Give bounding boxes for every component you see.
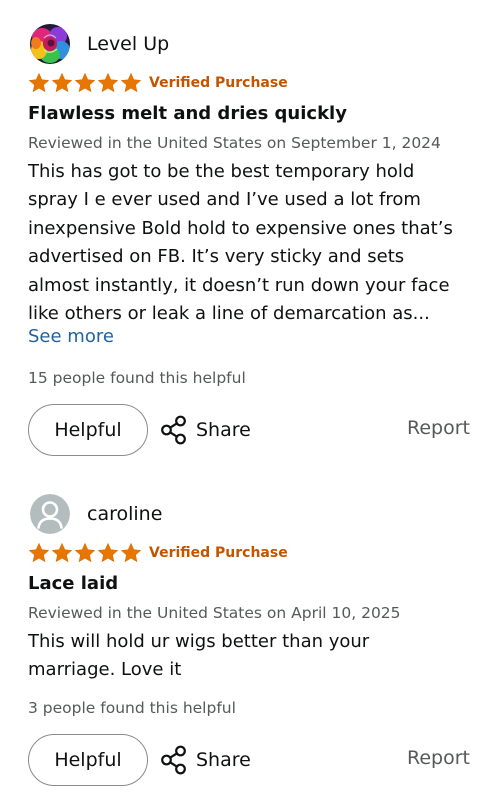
reviewer-name: Level Up bbox=[87, 33, 170, 55]
share-label: Share bbox=[196, 749, 251, 771]
review-title: Flawless melt and dries quickly bbox=[28, 103, 347, 124]
review-title: Lace laid bbox=[28, 573, 119, 594]
rating-row: Verified Purchase bbox=[28, 72, 288, 94]
default-person-avatar-icon bbox=[30, 494, 70, 534]
star-icon bbox=[97, 72, 119, 94]
star-icon bbox=[28, 542, 50, 564]
rainbow-rose-avatar-icon bbox=[30, 24, 70, 64]
review-body-line: inexpensive Bold hold to expensive ones … bbox=[28, 217, 453, 239]
review-body-line: spray I e ever used and I’ve used a lot … bbox=[28, 189, 421, 211]
star-rating[interactable] bbox=[28, 72, 143, 94]
review-body: This has got to be the best temporary ho… bbox=[28, 158, 478, 328]
report-link[interactable]: Report bbox=[407, 747, 470, 769]
share-icon bbox=[160, 745, 188, 775]
review-body-line: advertised on FB. It’s very sticky and s… bbox=[28, 246, 405, 268]
star-icon bbox=[74, 72, 96, 94]
share-icon bbox=[160, 415, 188, 445]
report-link[interactable]: Report bbox=[407, 417, 470, 439]
star-icon bbox=[74, 542, 96, 564]
review-body: This will hold ur wigs better than your … bbox=[28, 628, 478, 685]
share-label: Share bbox=[196, 419, 251, 441]
see-more-link[interactable]: See more bbox=[28, 326, 114, 347]
star-icon bbox=[51, 72, 73, 94]
star-icon bbox=[97, 542, 119, 564]
reviewer-avatar bbox=[30, 494, 70, 534]
verified-purchase-badge: Verified Purchase bbox=[149, 545, 288, 561]
review-date: Reviewed in the United States on April 1… bbox=[28, 604, 401, 622]
star-icon bbox=[120, 542, 142, 564]
star-rating[interactable] bbox=[28, 542, 143, 564]
helpful-count: 15 people found this helpful bbox=[28, 369, 246, 387]
share-button[interactable]: Share bbox=[160, 744, 251, 776]
reviewer-profile[interactable]: caroline bbox=[30, 494, 162, 534]
review-body-line: This has got to be the best temporary ho… bbox=[28, 161, 415, 182]
helpful-count: 3 people found this helpful bbox=[28, 699, 236, 717]
star-icon bbox=[120, 72, 142, 94]
helpful-button[interactable]: Helpful bbox=[28, 404, 148, 456]
star-icon bbox=[28, 72, 50, 94]
review-body-line: This will hold ur wigs better than your bbox=[28, 631, 370, 652]
verified-purchase-badge: Verified Purchase bbox=[149, 75, 288, 91]
review-body-line: like others or leak a line of demarcatio… bbox=[28, 303, 430, 325]
reviewer-avatar bbox=[30, 24, 70, 64]
review-actions: Helpful Share Report bbox=[0, 734, 498, 788]
star-icon bbox=[51, 542, 73, 564]
review-body-line: almost instantly, it doesn’t run down yo… bbox=[28, 274, 450, 296]
reviewer-name: caroline bbox=[87, 503, 163, 525]
rating-row: Verified Purchase bbox=[28, 542, 288, 564]
review-actions: Helpful Share Report bbox=[0, 404, 498, 458]
reviewer-profile[interactable]: Level Up bbox=[30, 24, 169, 64]
review-date: Reviewed in the United States on Septemb… bbox=[28, 134, 441, 152]
review-body-line: marriage. Love it bbox=[28, 659, 182, 681]
helpful-button[interactable]: Helpful bbox=[28, 734, 148, 786]
share-button[interactable]: Share bbox=[160, 414, 251, 446]
